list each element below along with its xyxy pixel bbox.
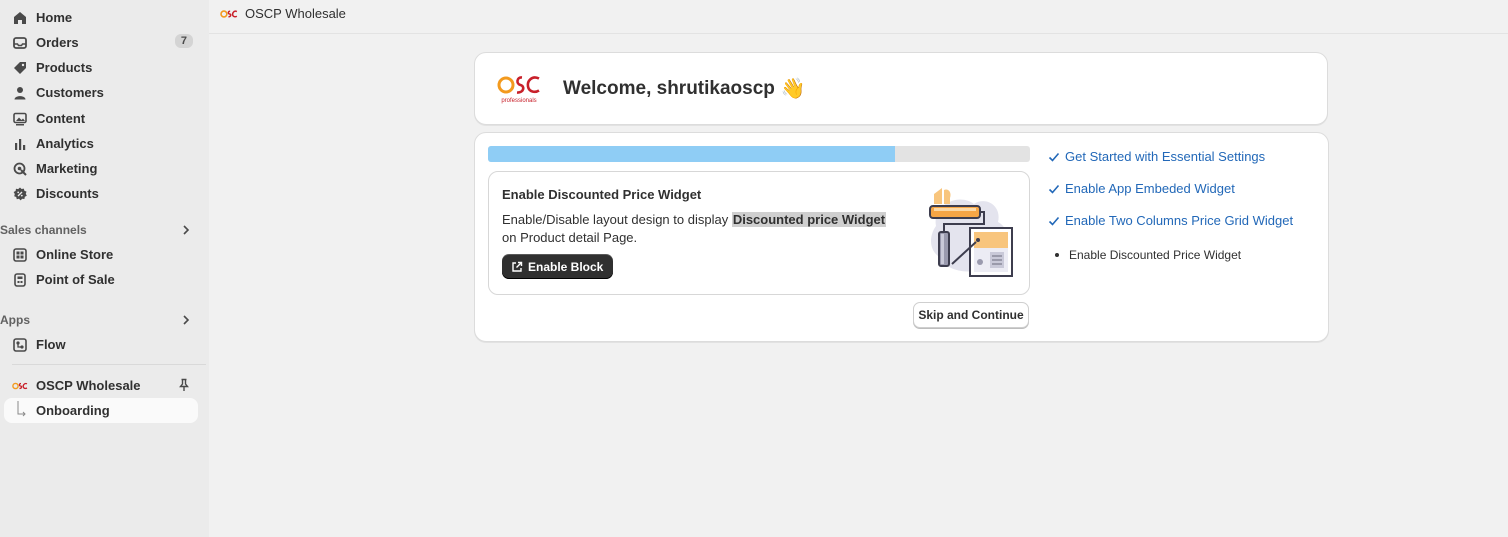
apps-heading[interactable]: Apps [0, 310, 200, 330]
sidebar-item-home[interactable]: Home [4, 5, 198, 30]
home-icon [12, 10, 28, 26]
checklist-item-label: Enable Two Columns Price Grid Widget [1065, 213, 1294, 228]
checkmark-icon [1048, 183, 1060, 195]
enable-block-button[interactable]: Enable Block [502, 254, 614, 279]
waving-hand-emoji: 👋 [780, 78, 806, 100]
sidebar-item-label: Orders [36, 35, 79, 50]
bullet-dot [1055, 253, 1059, 257]
image-icon [12, 111, 28, 127]
step-desc-text: Enable/Disable layout design to display [502, 212, 732, 227]
logo-subtext: professionals [501, 97, 537, 104]
flow-icon [12, 337, 28, 353]
sidebar-item-analytics[interactable]: Analytics [4, 131, 198, 156]
step-title: Enable Discounted Price Widget [502, 187, 702, 202]
sidebar-item-marketing[interactable]: Marketing [4, 156, 198, 181]
chevron-right-icon [178, 312, 194, 328]
sidebar-item-label: Discounts [36, 186, 99, 201]
pin-icon[interactable] [177, 378, 191, 392]
welcome-heading: Welcome, shrutikaoscp [563, 77, 775, 99]
checklist-item-essential-settings[interactable]: Get Started with Essential Settings [1048, 149, 1265, 164]
step-desc-highlight: Discounted price Widget [731, 212, 887, 227]
sidebar-item-label: Marketing [36, 161, 98, 176]
sidebar: Home Orders 7 Products Customers Content… [0, 0, 209, 537]
sales-channels-heading[interactable]: Sales channels [0, 220, 200, 240]
osc-logo-icon [12, 378, 28, 394]
sidebar-divider [12, 364, 206, 365]
checklist-item-label: Get Started with Essential Settings [1065, 149, 1266, 164]
app-header: OSCP Wholesale [209, 0, 1508, 34]
tag-icon [12, 60, 28, 76]
skip-and-continue-button[interactable]: Skip and Continue [913, 302, 1029, 328]
sales-channels-label: Sales channels [0, 223, 87, 237]
checklist-current-label: Enable Discounted Price Widget [1069, 248, 1242, 262]
sidebar-item-products[interactable]: Products [4, 55, 198, 80]
sidebar-item-label: Online Store [36, 247, 114, 262]
apps-label: Apps [0, 313, 30, 327]
sidebar-item-label: Flow [36, 337, 66, 352]
store-icon [12, 247, 28, 263]
sidebar-item-online-store[interactable]: Online Store [4, 242, 198, 267]
checklist-current-step: Enable Discounted Price Widget [1055, 248, 1241, 262]
current-step-panel: Enable Discounted Price Widget Enable/Di… [488, 171, 1030, 295]
person-icon [12, 85, 28, 101]
sidebar-item-point-of-sale[interactable]: Point of Sale [4, 267, 198, 292]
sidebar-item-label: Content [36, 111, 86, 126]
paint-roller-illustration [922, 186, 1018, 280]
sidebar-item-discounts[interactable]: Discounts [4, 181, 198, 206]
checkmark-icon [1048, 215, 1060, 227]
checklist-item-two-columns-widget[interactable]: Enable Two Columns Price Grid Widget [1048, 213, 1293, 228]
sidebar-item-label: Point of Sale [36, 272, 115, 287]
checklist-item-app-embed-widget[interactable]: Enable App Embeded Widget [1048, 181, 1235, 196]
orders-count-badge: 7 [174, 34, 193, 48]
sidebar-item-label: OSCP Wholesale [36, 378, 141, 393]
onboarding-progress-bar [488, 146, 1030, 162]
checkmark-icon [1048, 151, 1060, 163]
sidebar-item-label: Onboarding [36, 403, 110, 418]
external-link-icon [511, 261, 523, 273]
sidebar-item-customers[interactable]: Customers [4, 80, 198, 105]
tree-branch-icon [12, 400, 28, 419]
target-icon [12, 161, 28, 177]
osc-professionals-logo: professionals [497, 73, 541, 105]
sidebar-item-label: Analytics [36, 136, 94, 151]
enable-block-label: Enable Block [528, 259, 604, 274]
pos-icon [12, 272, 28, 288]
sidebar-item-label: Products [36, 60, 93, 75]
app-title: OSCP Wholesale [245, 6, 346, 21]
inbox-icon [12, 35, 28, 51]
discount-icon [12, 186, 28, 202]
onboarding-card: Enable Discounted Price Widget Enable/Di… [474, 132, 1329, 342]
sidebar-item-flow[interactable]: Flow [4, 332, 198, 357]
welcome-card: professionals Welcome, shrutikaoscp 👋 [474, 52, 1328, 125]
checklist-item-label: Enable App Embeded Widget [1065, 181, 1235, 196]
progress-fill [488, 146, 895, 162]
step-description: Enable/Disable layout design to display … [502, 211, 902, 247]
bar-chart-icon [12, 136, 28, 152]
sidebar-item-label: Customers [36, 85, 104, 100]
sidebar-item-onboarding[interactable]: Onboarding [4, 398, 198, 423]
sidebar-item-oscp-wholesale[interactable]: OSCP Wholesale [4, 373, 198, 398]
chevron-right-icon [178, 222, 194, 238]
sidebar-item-label: Home [36, 10, 73, 25]
step-desc-text: on Product detail Page. [502, 230, 638, 245]
sidebar-item-orders[interactable]: Orders 7 [4, 30, 198, 55]
sidebar-item-content[interactable]: Content [4, 106, 198, 131]
osc-logo-icon [220, 7, 238, 21]
